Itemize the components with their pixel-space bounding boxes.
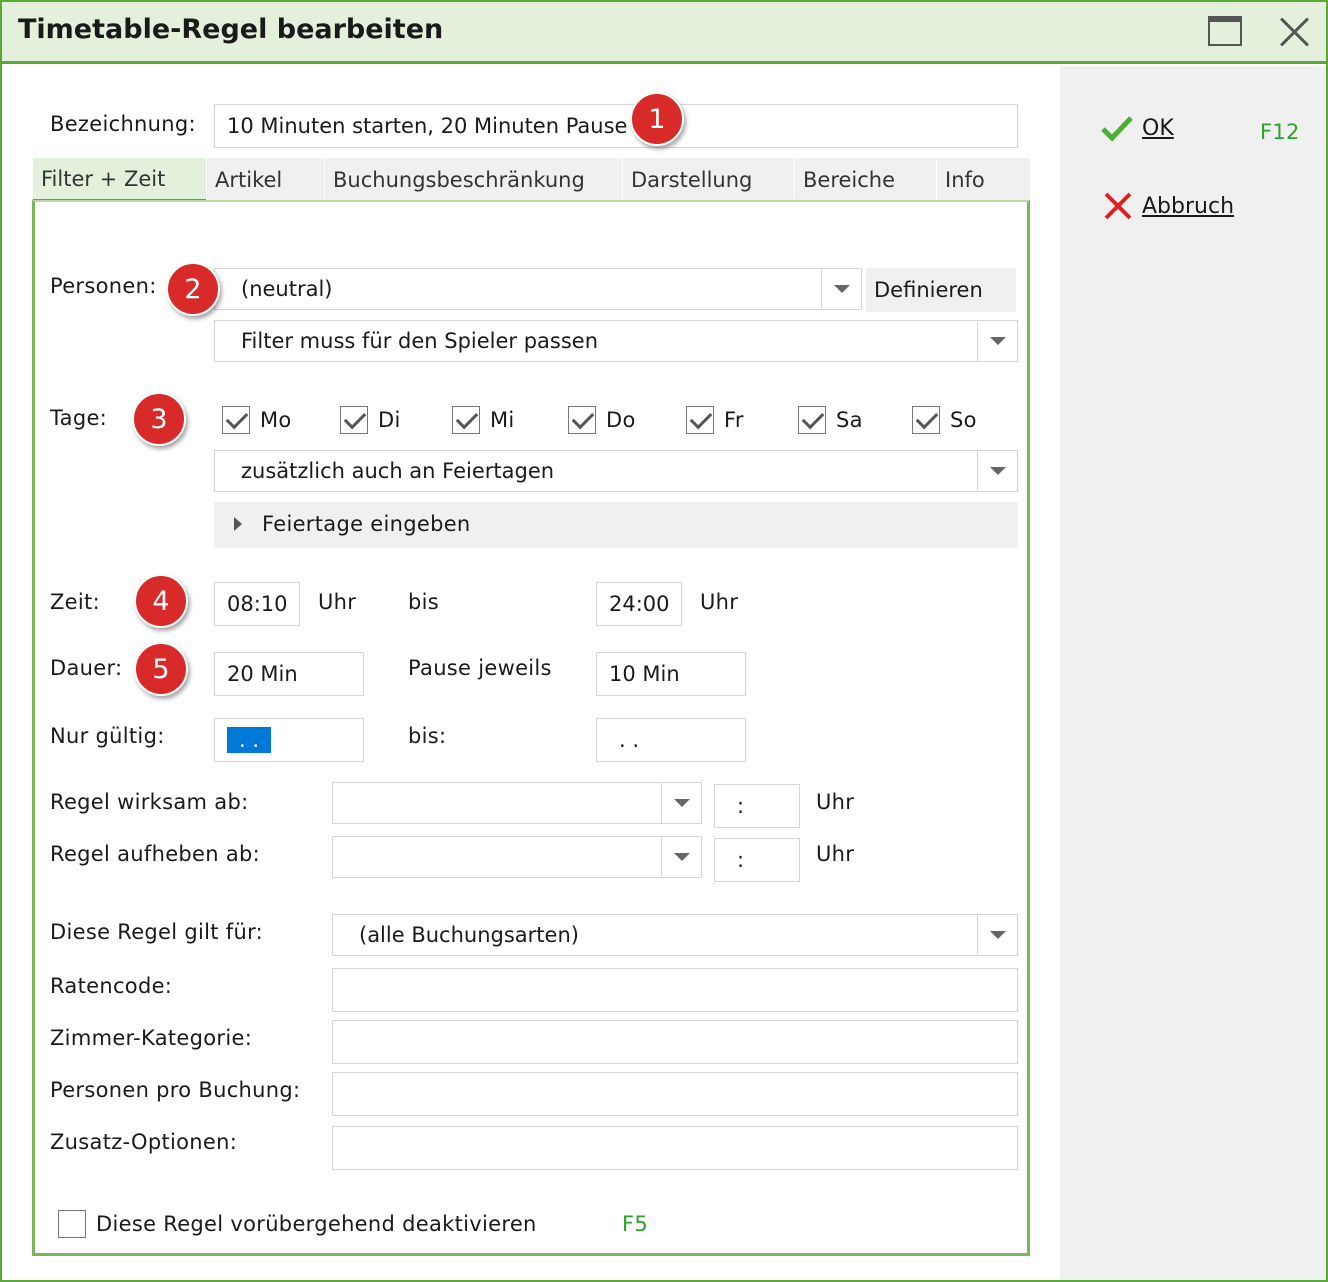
zusatz-input[interactable] [332,1126,1018,1170]
checkmark-icon [1101,116,1133,142]
gilt-value: (alle Buchungsarten) [359,923,579,947]
zeit-bis-label: bis [408,590,440,614]
close-icon[interactable] [1274,12,1314,52]
day-label-mo: Mo [260,408,292,432]
aufheben-unit: Uhr [816,842,855,866]
tab-darstellung[interactable]: Darstellung [622,158,792,202]
feiertage-expander[interactable]: Feiertage eingeben [214,502,1018,548]
ratencode-label: Ratencode: [50,974,173,998]
action-panel: OK F12 Abbruch [1060,66,1326,1280]
wirksam-date-select[interactable] [332,782,702,824]
tab-buchungsbeschraenkung[interactable]: Buchungsbeschränkung [324,158,620,202]
zimmer-label: Zimmer-Kategorie: [50,1026,253,1050]
checkbox-so[interactable] [912,406,940,434]
zeit-from-unit: Uhr [318,590,357,614]
deaktivieren-shortcut: F5 [622,1212,649,1236]
checkbox-di[interactable] [340,406,368,434]
day-label-di: Di [378,408,401,432]
wirksam-unit: Uhr [816,790,855,814]
checkbox-do[interactable] [568,406,596,434]
cancel-label: Abbruch [1142,193,1235,219]
wirksam-label: Regel wirksam ab: [50,790,249,814]
title-bar: Timetable-Regel bearbeiten [2,2,1326,64]
ok-shortcut: F12 [1260,120,1300,144]
chevron-down-icon[interactable] [977,451,1017,491]
marker-3: 3 [132,392,186,446]
feiertage-select[interactable]: zusätzlich auch an Feiertagen [214,450,1018,492]
ok-button[interactable]: OK [1100,114,1174,142]
checkbox-mi[interactable] [452,406,480,434]
chevron-down-icon[interactable] [661,837,701,877]
personen-value: (neutral) [241,277,333,301]
chevron-down-icon[interactable] [821,269,861,309]
zusatz-label: Zusatz-Optionen: [50,1130,238,1154]
tab-artikel[interactable]: Artikel [206,158,322,202]
dauer-input[interactable]: 20 Min [214,652,364,696]
day-label-mi: Mi [490,408,515,432]
feiertage-expander-label: Feiertage eingeben [262,512,471,536]
gueltig-bis-label: bis: [408,724,447,748]
chevron-down-icon[interactable] [977,915,1017,955]
gilt-label: Diese Regel gilt für: [50,920,264,944]
personen-select[interactable]: (neutral) [214,268,862,310]
personen-filter-select[interactable]: Filter muss für den Spieler passen [214,320,1018,362]
aufheben-time-input[interactable]: : [714,838,800,882]
pause-input[interactable]: 10 Min [596,652,746,696]
definieren-button[interactable]: Definieren [866,268,1016,312]
deaktivieren-checkbox[interactable] [58,1210,86,1238]
checkbox-mo[interactable] [222,406,250,434]
aufheben-label: Regel aufheben ab: [50,842,261,866]
zeit-label: Zeit: [50,590,100,614]
tab-info[interactable]: Info [936,158,1030,202]
chevron-down-icon[interactable] [661,783,701,823]
checkbox-fr[interactable] [686,406,714,434]
cancel-button[interactable]: Abbruch [1102,190,1234,222]
gueltig-from-input[interactable]: . . [214,718,364,762]
checkbox-sa[interactable] [798,406,826,434]
zeit-from-input[interactable]: 08:10 [214,582,300,626]
day-label-so: So [950,408,977,432]
tage-label: Tage: [50,406,108,430]
aufheben-date-select[interactable] [332,836,702,878]
chevron-down-icon[interactable] [977,321,1017,361]
personen-filter-value: Filter muss für den Spieler passen [241,329,599,353]
tab-bereiche[interactable]: Bereiche [794,158,934,202]
personen-buchung-input[interactable] [332,1072,1018,1116]
window-title: Timetable-Regel bearbeiten [18,14,444,45]
marker-4: 4 [134,574,188,628]
gilt-select[interactable]: (alle Buchungsarten) [332,914,1018,956]
zimmer-input[interactable] [332,1020,1018,1064]
zeit-to-input[interactable]: 24:00 [596,582,682,626]
cancel-x-icon [1104,192,1132,220]
expand-arrow-icon [234,517,242,531]
gueltig-from-selection: . . [227,727,272,753]
day-label-sa: Sa [836,408,863,432]
bezeichnung-label: Bezeichnung: [50,112,196,136]
marker-1: 1 [630,92,684,146]
marker-2: 2 [166,262,220,316]
ok-label: OK [1142,115,1174,141]
marker-5: 5 [134,642,188,696]
day-label-fr: Fr [724,408,744,432]
pause-label: Pause jeweils [408,656,552,680]
ratencode-input[interactable] [332,968,1018,1012]
personen-buchung-label: Personen pro Buchung: [50,1078,301,1102]
wirksam-time-input[interactable]: : [714,784,800,828]
day-label-do: Do [606,408,636,432]
gueltig-to-input[interactable]: . . [596,718,746,762]
deaktivieren-label: Diese Regel vorübergehend deaktivieren [96,1212,537,1236]
tab-filter-zeit[interactable]: Filter + Zeit [32,158,206,202]
bezeichnung-input[interactable]: 10 Minuten starten, 20 Minuten Pause [214,104,1018,148]
gueltig-label: Nur gültig: [50,724,165,748]
personen-label: Personen: [50,274,157,298]
maximize-icon[interactable] [1208,16,1242,46]
feiertage-value: zusätzlich auch an Feiertagen [241,459,555,483]
zeit-to-unit: Uhr [700,590,739,614]
dauer-label: Dauer: [50,656,123,680]
